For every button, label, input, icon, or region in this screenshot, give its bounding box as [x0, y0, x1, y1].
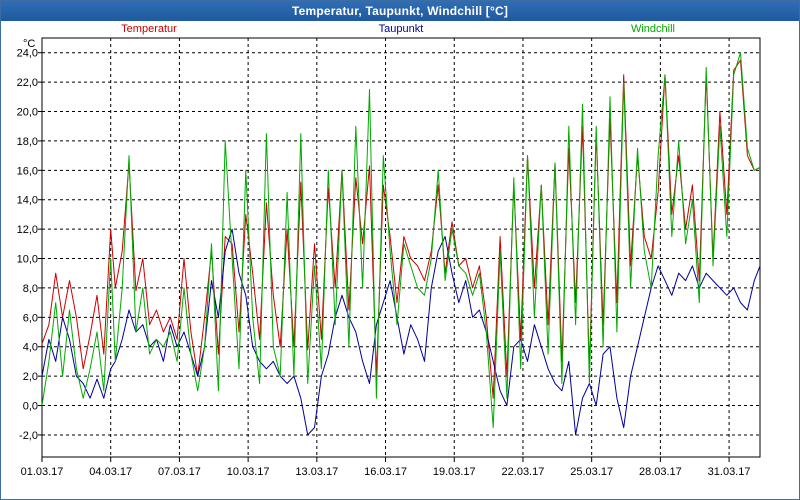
y-tick-label: 12,0 [17, 224, 38, 236]
y-axis-label: °C [23, 38, 35, 50]
x-tick-label: 31.03.17 [708, 466, 751, 478]
x-tick-label: 13.03.17 [295, 466, 338, 478]
y-tick-label: 14,0 [17, 195, 38, 207]
x-tick-label: 10.03.17 [227, 466, 270, 478]
y-tick-label: 10,0 [17, 254, 38, 266]
line-chart: -2,0 0,0 2,0 4,0 6,0 8,0 10,0 12,0 14,0 16,0 18,0 2… [17, 23, 761, 478]
legend-taupunkt: Taupunkt [379, 23, 424, 35]
y-tick-label: 8,0 [23, 283, 38, 295]
x-tick-label: 28.03.17 [639, 466, 682, 478]
chart-window: Temperatur, Taupunkt, Windchill [°C] -2,… [0, 0, 800, 500]
x-tick-label: 04.03.17 [89, 466, 132, 478]
y-tick-label: 22,0 [17, 77, 38, 89]
legend-windchill: Windchill [631, 23, 675, 35]
legend-temperatur: Temperatur [121, 23, 177, 35]
window-title: Temperatur, Taupunkt, Windchill [°C] [1, 1, 799, 21]
y-tick-label: 4,0 [23, 342, 38, 354]
y-tick-label: -2,0 [19, 430, 38, 442]
y-tick-label: 2,0 [23, 371, 38, 383]
x-tick-label: 01.03.17 [21, 466, 64, 478]
x-tick-label: 22.03.17 [502, 466, 545, 478]
x-tick-label: 19.03.17 [433, 466, 476, 478]
y-tick-label: 20,0 [17, 107, 38, 119]
y-tick-label: 16,0 [17, 165, 38, 177]
y-tick-label: 6,0 [23, 312, 38, 324]
y-tick-label: 0,0 [23, 401, 38, 413]
y-tick-label: 18,0 [17, 136, 38, 148]
x-tick-label: 07.03.17 [158, 466, 201, 478]
x-tick-label: 25.03.17 [570, 466, 613, 478]
x-tick-label: 16.03.17 [364, 466, 407, 478]
